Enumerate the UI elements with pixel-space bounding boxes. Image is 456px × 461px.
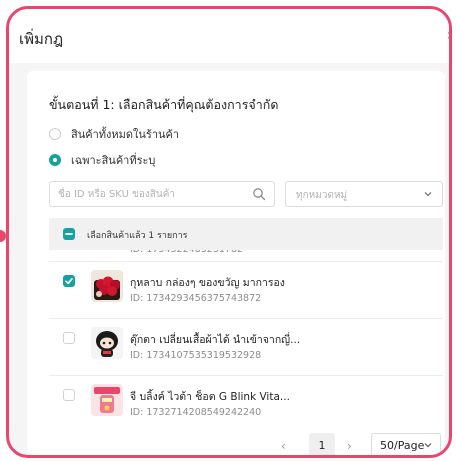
product-checkbox[interactable] — [63, 275, 75, 287]
search-field[interactable] — [49, 181, 275, 207]
product-thumbnail-vita-shot — [91, 384, 123, 416]
search-icon[interactable] — [252, 187, 266, 201]
radio-specific-products[interactable]: เฉพาะสินค้าที่ระบุ — [49, 151, 155, 169]
chevron-down-icon — [424, 192, 432, 197]
product-id: ID: 1734293456375743872 — [130, 293, 262, 304]
category-select[interactable]: ทุกหมวดหมู่ — [285, 181, 443, 207]
prev-page-button[interactable]: ‹ — [281, 439, 286, 453]
product-checkbox[interactable] — [63, 332, 75, 344]
radio-label: สินค้าทั้งหมดในร้านค้า — [71, 128, 180, 141]
product-checkbox[interactable] — [63, 389, 75, 401]
product-id: ID: 1732714208549242240 — [130, 407, 262, 418]
product-thumbnail-doll — [91, 327, 123, 359]
product-row[interactable]: กุหลาบ กล่องๆ ของขวัญ มาการอง ID: 173429… — [49, 263, 443, 319]
step-title: ขั้นตอนที่ 1: เลือกสินค้าที่คุณต้องการจำ… — [49, 97, 279, 112]
product-id: ID: 1734107535319532928 — [130, 350, 262, 361]
radio-button[interactable] — [49, 128, 61, 140]
product-id: ID: 1734322483231782 — [130, 250, 243, 255]
category-select-value: ทุกหมวดหมู่ — [296, 190, 348, 201]
modal-header: เพิ่มกฎ › — [9, 9, 449, 63]
close-icon[interactable]: › — [447, 25, 449, 44]
product-row[interactable]: จี บลิ้งค์ ไวต้า ช็อต G Blink Vita... ID… — [49, 377, 443, 422]
selected-count-header: เลือกสินค้าแล้ว 1 รายการ — [49, 218, 443, 250]
check-icon — [65, 277, 73, 285]
radio-button-selected[interactable] — [49, 154, 61, 166]
search-input[interactable] — [50, 182, 240, 207]
product-name: กุหลาบ กล่องๆ ของขวัญ มาการอง — [130, 277, 285, 289]
product-name: ตุ๊กตา เปลี่ยนเสื้อผ้าได้ นำเข้าจากญี่..… — [130, 334, 301, 346]
current-page-button[interactable]: 1 — [309, 433, 335, 455]
select-all-checkbox[interactable] — [63, 228, 75, 240]
radio-all-products[interactable]: สินค้าทั้งหมดในร้านค้า — [49, 125, 179, 143]
indeterminate-icon — [65, 233, 73, 235]
step-panel: ขั้นตอนที่ 1: เลือกสินค้าที่คุณต้องการจำ… — [27, 71, 445, 455]
product-thumbnail-rose-box — [91, 270, 123, 302]
page-size-select[interactable]: 50/Page — [371, 433, 441, 455]
chevron-down-icon — [424, 443, 432, 448]
page-size-value: 50/Page — [380, 439, 425, 452]
product-name: จี บลิ้งค์ ไวต้า ช็อต G Blink Vita... — [130, 391, 290, 403]
product-list[interactable]: ID: 1734322483231782 — [49, 250, 443, 422]
modal-frame: เพิ่มกฎ › ขั้นตอนที่ 1: เลือกสินค้าที่คุ… — [6, 6, 452, 458]
product-row[interactable]: ตุ๊กตา เปลี่ยนเสื้อผ้าได้ นำเข้าจากญี่..… — [49, 320, 443, 376]
radio-label: เฉพาะสินค้าที่ระบุ — [71, 154, 156, 167]
modal-title: เพิ่มกฎ — [19, 30, 64, 48]
next-page-button[interactable]: › — [347, 439, 352, 453]
selected-count-label: เลือกสินค้าแล้ว 1 รายการ — [87, 231, 188, 241]
product-row[interactable]: ID: 1734322483231782 — [49, 250, 443, 262]
